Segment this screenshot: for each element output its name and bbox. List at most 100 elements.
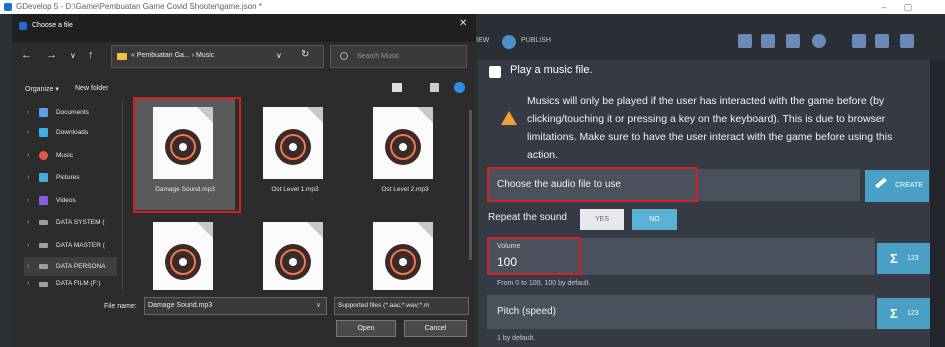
expand-chevron-icon[interactable]: › — [27, 103, 29, 122]
refresh-icon[interactable]: ↻ — [301, 49, 309, 60]
highlight-audio-field — [487, 167, 698, 202]
repeat-yes-toggle[interactable]: YES — [580, 209, 624, 230]
right-edge-panel — [930, 60, 945, 347]
sigma-icon: Σ — [890, 251, 898, 266]
dialog-titlebar — [12, 14, 476, 42]
file-tile[interactable] — [355, 214, 455, 290]
sidebar-item-label: Music — [56, 152, 73, 159]
file-name-input[interactable]: Damage Sound.mp3 — [144, 297, 327, 315]
sidebar-item-label: Documents — [56, 109, 89, 116]
sidebar-item-label: Pictures — [56, 174, 80, 181]
music-file-icon — [489, 66, 501, 78]
expand-chevron-icon[interactable]: › — [27, 213, 29, 232]
expand-chevron-icon[interactable]: › — [27, 191, 29, 210]
redo-icon[interactable] — [900, 34, 914, 48]
repeat-no-toggle[interactable]: NO — [632, 209, 677, 230]
pitch-expression-button[interactable]: Σ 123 — [877, 298, 931, 329]
view-options-icon[interactable] — [392, 83, 402, 92]
audio-file-icon — [263, 222, 323, 290]
up-folder-icon[interactable]: ↑ — [88, 49, 94, 61]
expand-chevron-icon[interactable]: › — [27, 236, 29, 255]
gdevelop-logo-icon — [19, 22, 27, 30]
sidebar-item-pictures[interactable]: › Pictures — [24, 168, 117, 187]
open-button[interactable]: Open — [336, 320, 396, 337]
forward-icon[interactable]: → — [46, 49, 57, 61]
gdevelop-logo-icon — [4, 3, 12, 11]
expression-label: 123 — [907, 310, 919, 317]
audio-file-icon — [373, 107, 433, 179]
music-icon — [39, 151, 48, 160]
audio-file-icon — [153, 222, 213, 290]
create-button-label: CREATE — [895, 182, 923, 189]
sidebar-divider — [122, 100, 123, 290]
sidebar-item-videos[interactable]: › Videos — [24, 191, 117, 210]
volume-expression-button[interactable]: Σ 123 — [877, 243, 931, 274]
objects-icon[interactable] — [761, 34, 775, 48]
warning-icon — [501, 111, 517, 125]
dialog-title: Choose a file — [32, 22, 73, 29]
file-type-select[interactable]: Supported files (*.aac;*.wav;*.m — [334, 297, 469, 315]
file-name: Ost Level 2.mp3 — [381, 186, 429, 193]
sidebar-item-label: DATA SYSTEM ( — [56, 219, 105, 226]
add-icon[interactable] — [812, 34, 826, 48]
preview-button-partial[interactable]: IEW — [476, 37, 489, 44]
highlight-volume-field — [487, 237, 581, 275]
expand-chevron-icon[interactable]: › — [27, 257, 29, 276]
warning-message: Musics will only be played if the user h… — [527, 95, 893, 161]
create-button[interactable]: CREATE — [865, 170, 929, 202]
events-icon[interactable] — [852, 34, 866, 48]
sidebar-item-data-persona[interactable]: › DATA PERSONA — [24, 257, 117, 276]
expand-chevron-icon[interactable]: › — [27, 146, 29, 165]
preview-pane-icon[interactable] — [430, 83, 439, 92]
scene-icon[interactable] — [738, 34, 752, 48]
sidebar-item-downloads[interactable]: › Downloads — [24, 123, 117, 142]
close-icon[interactable]: ✕ — [459, 18, 467, 29]
sidebar-item-label: DATA PERSONA — [56, 263, 106, 270]
sidebar-item-label: DATA FILM (F:) — [56, 280, 101, 287]
new-folder-button[interactable]: New folder — [75, 85, 108, 92]
publish-icon[interactable] — [502, 35, 516, 49]
publish-button[interactable]: PUBLISH — [521, 37, 551, 44]
sidebar-item-documents[interactable]: › Documents — [24, 103, 117, 122]
file-name-dropdown-icon[interactable]: ∨ — [316, 301, 321, 309]
sidebar-item-data-master[interactable]: › DATA MASTER ( — [24, 236, 117, 255]
action-title: Play a music file. — [510, 64, 593, 76]
sidebar-item-music[interactable]: › Music — [24, 146, 117, 165]
file-tile[interactable] — [135, 214, 235, 290]
back-icon[interactable]: ← — [21, 49, 32, 61]
maximize-button[interactable]: ▢ — [900, 0, 916, 14]
window-titlebar: GDevelop 5 - D:\Game\Pembuatan Game Covi… — [0, 0, 945, 14]
expand-chevron-icon[interactable]: › — [27, 168, 29, 187]
sidebar-item-data-system[interactable]: › DATA SYSTEM ( — [24, 213, 117, 232]
window-title: GDevelop 5 - D:\Game\Pembuatan Game Covi… — [16, 2, 262, 11]
search-placeholder: Search Music — [357, 53, 400, 60]
file-name-label: File name: — [104, 303, 137, 310]
volume-help-text: From 0 to 100, 100 by default. — [497, 280, 591, 287]
drive-icon — [39, 220, 48, 225]
cancel-button[interactable]: Cancel — [404, 320, 467, 337]
recent-locations-icon[interactable]: ∨ — [70, 51, 76, 60]
audio-file-icon — [373, 222, 433, 290]
sigma-icon: Σ — [890, 306, 898, 321]
search-icon — [340, 52, 348, 60]
address-dropdown-icon[interactable]: ∨ — [276, 51, 282, 60]
organize-menu[interactable]: Organize ▾ — [25, 85, 59, 93]
videos-icon — [39, 196, 48, 205]
help-icon[interactable] — [454, 82, 465, 93]
undo-icon[interactable] — [875, 34, 889, 48]
pitch-help-text: 1 by default. — [497, 335, 536, 342]
highlight-selected-file — [133, 97, 241, 213]
file-tile[interactable] — [245, 214, 345, 290]
minimize-button[interactable]: – — [876, 0, 892, 14]
file-tile-ost-level-1[interactable]: Ost Level 1.mp3 — [245, 99, 345, 210]
layers-icon[interactable] — [786, 34, 800, 48]
file-tile-ost-level-2[interactable]: Ost Level 2.mp3 — [355, 99, 455, 210]
folder-icon — [117, 53, 127, 60]
sidebar-item-label: Downloads — [56, 129, 89, 136]
address-path[interactable]: « Pembuatan Ga... › Music — [131, 52, 214, 59]
expand-chevron-icon[interactable]: › — [27, 278, 29, 290]
sidebar-item-data-film[interactable]: › DATA FILM (F:) — [24, 278, 117, 290]
expand-chevron-icon[interactable]: › — [27, 123, 29, 142]
file-list-scrollbar[interactable] — [469, 110, 472, 260]
drive-icon — [39, 282, 48, 287]
